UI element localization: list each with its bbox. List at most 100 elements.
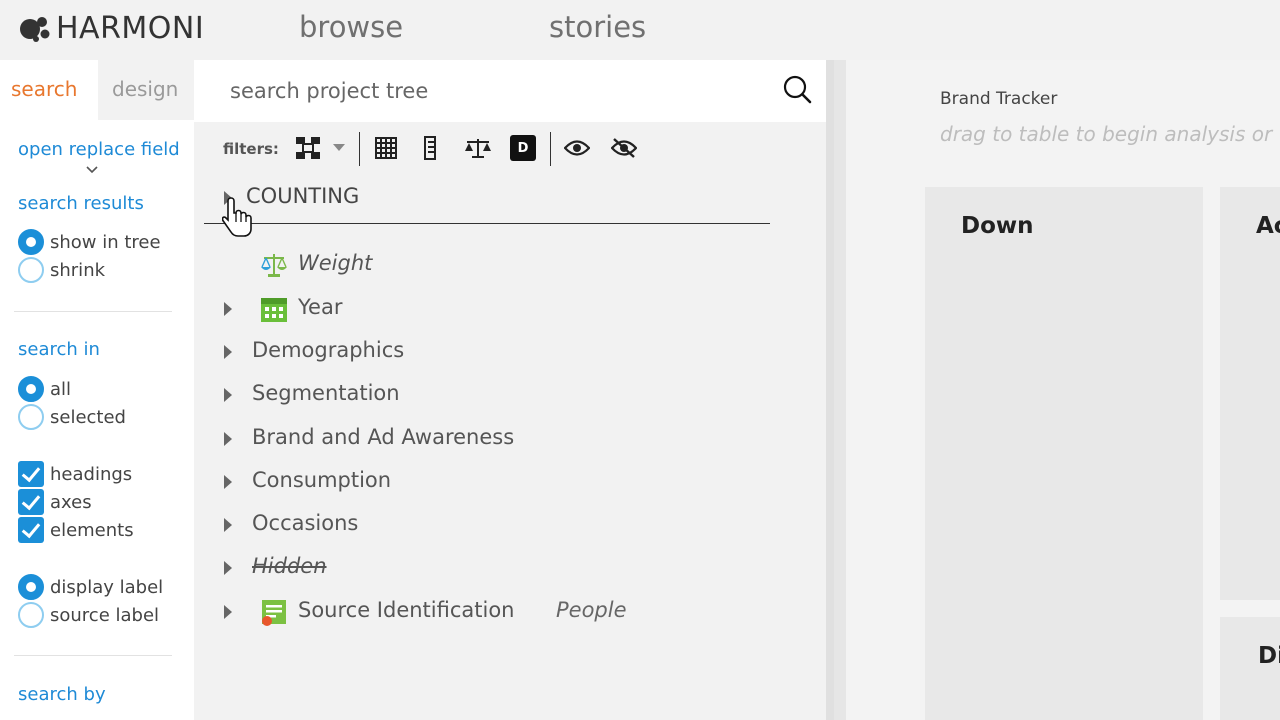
tree-item-source-identification[interactable]: Source Identification People bbox=[194, 594, 794, 630]
logo-text: HARMONI bbox=[56, 10, 205, 46]
card-di[interactable]: Di bbox=[1220, 617, 1280, 720]
tree-item-brand-and-ad-awareness[interactable]: Brand and Ad Awareness bbox=[194, 421, 794, 457]
card-ac[interactable]: Ac bbox=[1220, 187, 1280, 600]
card-down[interactable]: Down bbox=[925, 187, 1203, 720]
checkbox-elements[interactable]: elements bbox=[18, 517, 134, 543]
radio-shrink[interactable]: shrink bbox=[18, 257, 105, 283]
derived-badge: D bbox=[510, 135, 536, 161]
radio-button[interactable] bbox=[18, 404, 44, 430]
hierarchy-filter-icon[interactable] bbox=[294, 135, 322, 161]
tree-item-year[interactable]: Year bbox=[194, 291, 794, 327]
search-icon[interactable] bbox=[782, 74, 812, 104]
tree-item-hidden[interactable]: Hidden bbox=[194, 550, 794, 586]
radio-selected[interactable]: selected bbox=[18, 404, 126, 430]
dropdown-arrow-icon[interactable] bbox=[332, 135, 346, 161]
toolbar-separator bbox=[550, 132, 551, 166]
drag-hint-text: drag to table to begin analysis or bbox=[940, 122, 1273, 146]
nav-browse[interactable]: browse bbox=[299, 10, 403, 44]
tree-item-occasions[interactable]: Occasions bbox=[194, 507, 794, 543]
derived-filter-icon[interactable]: D bbox=[510, 135, 536, 161]
option-label: source label bbox=[50, 604, 160, 626]
checkbox-checked[interactable] bbox=[18, 489, 44, 515]
tree-item-label: Year bbox=[298, 295, 343, 319]
expand-caret-icon[interactable] bbox=[224, 345, 232, 359]
checkbox-headings[interactable]: headings bbox=[18, 461, 132, 487]
card-title: Down bbox=[961, 213, 1034, 239]
left-panel-tabs: search design bbox=[0, 60, 194, 120]
tree-item-label: Demographics bbox=[252, 338, 405, 362]
expand-caret-icon[interactable] bbox=[224, 518, 232, 532]
scale-icon bbox=[260, 251, 288, 279]
tree-item-demographics[interactable]: Demographics bbox=[194, 334, 794, 370]
checkbox-checked[interactable] bbox=[18, 461, 44, 487]
top-bar: HARMONI browse stories bbox=[0, 0, 1280, 60]
tab-design[interactable]: design bbox=[98, 60, 194, 120]
eye-icon[interactable] bbox=[563, 135, 591, 161]
nav-stories[interactable]: stories bbox=[549, 10, 646, 44]
radio-button-selected[interactable] bbox=[18, 229, 44, 255]
checkbox-axes[interactable]: axes bbox=[18, 489, 92, 515]
radio-button[interactable] bbox=[18, 257, 44, 283]
option-label: show in tree bbox=[50, 231, 161, 253]
option-label: shrink bbox=[50, 259, 106, 281]
expand-caret-icon[interactable] bbox=[224, 388, 232, 402]
radio-all[interactable]: all bbox=[18, 376, 71, 402]
column-filter-icon[interactable] bbox=[422, 135, 438, 161]
tree-item-counting[interactable]: COUNTING bbox=[194, 180, 794, 216]
search-by-heading: search by bbox=[18, 684, 106, 705]
tree-item-label: Brand and Ad Awareness bbox=[252, 425, 515, 449]
tree-item-tag: People bbox=[556, 598, 627, 622]
radio-button[interactable] bbox=[18, 602, 44, 628]
tree-item-label: Segmentation bbox=[252, 381, 400, 405]
option-label: all bbox=[50, 378, 72, 400]
source-id-icon bbox=[260, 598, 288, 626]
search-project-tree-input[interactable] bbox=[230, 74, 750, 108]
harmoni-logo[interactable]: HARMONI bbox=[18, 10, 205, 46]
tree-item-label: Source Identification bbox=[298, 598, 515, 622]
expand-caret-icon[interactable] bbox=[224, 475, 232, 489]
card-title: Ac bbox=[1256, 213, 1280, 239]
divider bbox=[14, 311, 172, 312]
tree-item-label: Hidden bbox=[252, 554, 327, 578]
checkbox-checked[interactable] bbox=[18, 517, 44, 543]
divider bbox=[14, 655, 172, 656]
radio-show-in-tree[interactable]: show in tree bbox=[18, 229, 161, 255]
project-tree-panel: filters: bbox=[194, 60, 826, 720]
tree-item-label: Consumption bbox=[252, 468, 392, 492]
tree-item-consumption[interactable]: Consumption bbox=[194, 464, 794, 500]
grid-filter-icon[interactable] bbox=[374, 135, 398, 161]
drop-indicator-line bbox=[204, 223, 770, 224]
toolbar-separator bbox=[359, 132, 360, 166]
expand-caret-icon[interactable] bbox=[224, 302, 232, 316]
checkbox-label: headings bbox=[50, 463, 133, 485]
logo-mark-icon bbox=[18, 13, 54, 43]
radio-button-selected[interactable] bbox=[18, 574, 44, 600]
option-label: selected bbox=[50, 406, 126, 428]
page-title: Brand Tracker bbox=[940, 89, 1058, 109]
filters-label: filters: bbox=[223, 140, 279, 158]
tree-item-segmentation[interactable]: Segmentation bbox=[194, 377, 794, 413]
radio-source-label[interactable]: source label bbox=[18, 602, 159, 628]
search-in-heading: search in bbox=[18, 339, 100, 360]
analysis-canvas: Brand Tracker drag to table to begin ana… bbox=[846, 60, 1280, 720]
expand-caret-icon[interactable] bbox=[224, 432, 232, 446]
eye-hidden-icon[interactable] bbox=[610, 135, 638, 161]
checkbox-label: axes bbox=[50, 491, 92, 513]
expand-caret-icon[interactable] bbox=[224, 605, 232, 619]
hand-pointer-cursor-icon bbox=[221, 196, 254, 242]
tree-item-label: Occasions bbox=[252, 511, 359, 535]
tree-item-label: COUNTING bbox=[246, 184, 360, 208]
radio-display-label[interactable]: display label bbox=[18, 574, 163, 600]
option-label: display label bbox=[50, 576, 164, 598]
tree-item-label: Weight bbox=[298, 251, 373, 275]
radio-button-selected[interactable] bbox=[18, 376, 44, 402]
tab-search[interactable]: search bbox=[0, 60, 98, 120]
open-replace-field-link[interactable]: open replace field bbox=[18, 139, 180, 160]
card-title: Di bbox=[1258, 643, 1280, 669]
chevron-down-icon[interactable] bbox=[86, 163, 98, 177]
panel-divider bbox=[834, 60, 846, 720]
weight-filter-icon[interactable] bbox=[464, 135, 492, 161]
expand-caret-icon[interactable] bbox=[224, 561, 232, 575]
search-results-heading: search results bbox=[18, 193, 144, 214]
tree-item-weight[interactable]: Weight bbox=[194, 247, 794, 283]
